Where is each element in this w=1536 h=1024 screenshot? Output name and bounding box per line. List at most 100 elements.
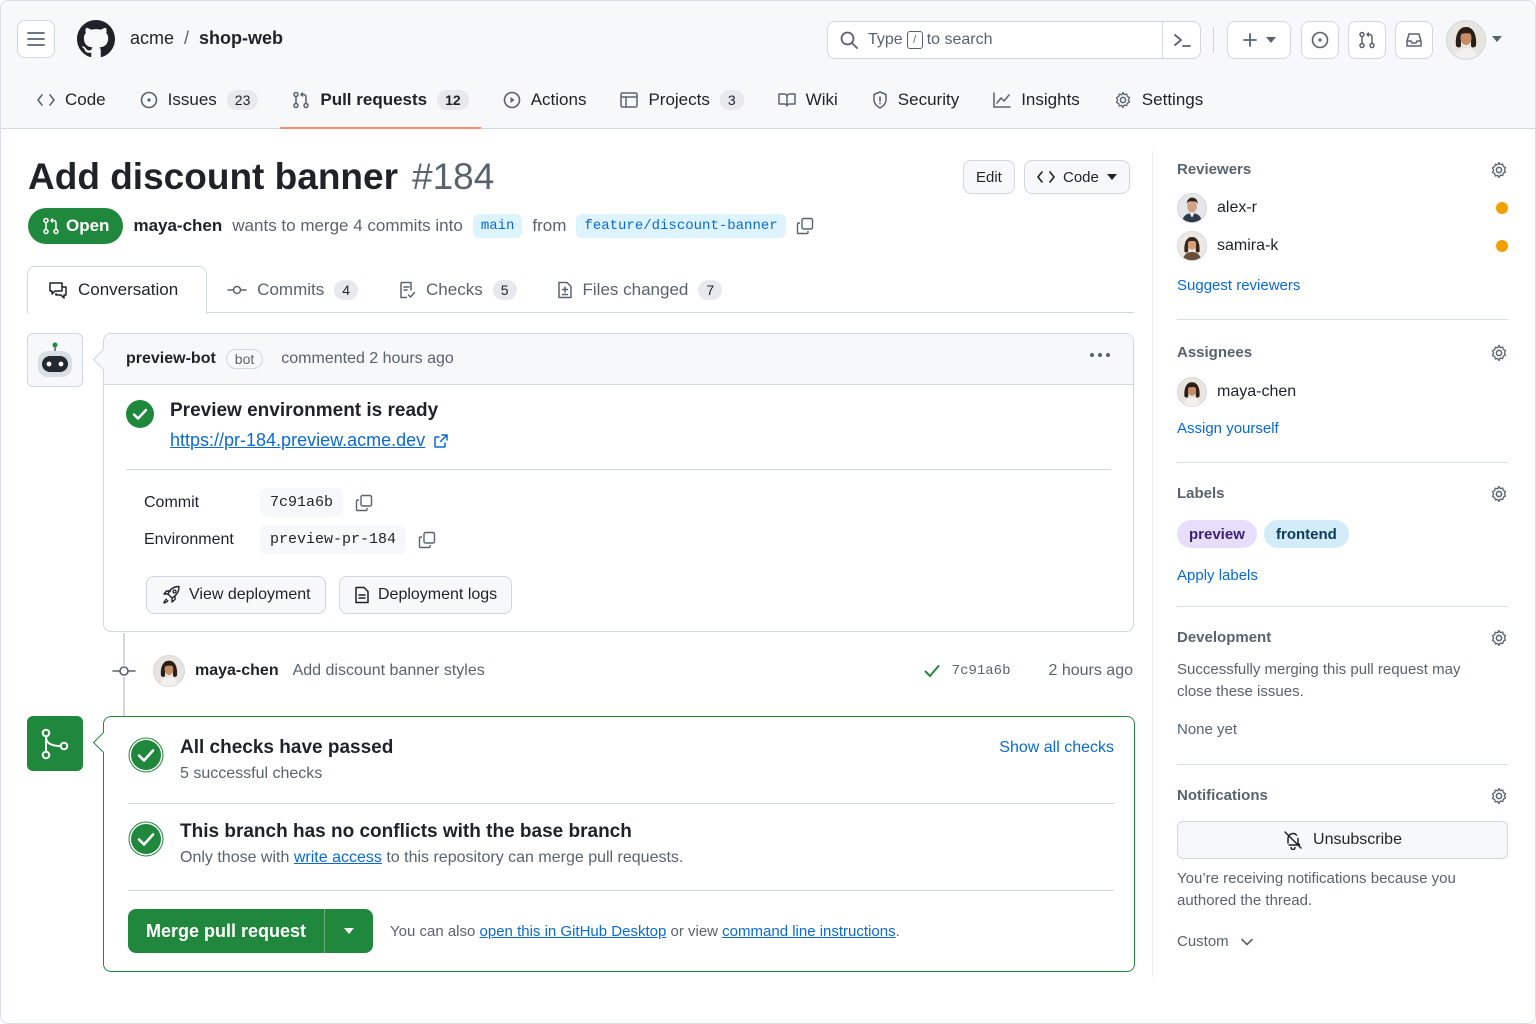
sidebar-divider [1152, 151, 1153, 977]
environment-field-label: Environment [144, 530, 234, 548]
nav-insights[interactable]: Insights [981, 79, 1092, 121]
nav-pull-requests-count: 12 [437, 90, 469, 110]
assignee-item[interactable]: maya-chen [1177, 377, 1508, 407]
code-dropdown-button[interactable]: Code [1024, 160, 1130, 194]
commit-message-link[interactable]: Add discount banner styles [293, 662, 485, 680]
nav-code[interactable]: Code [25, 79, 118, 121]
commit-time: 2 hours ago [1048, 662, 1133, 679]
commit-author-link[interactable]: maya-chen [195, 662, 279, 680]
nav-pull-requests[interactable]: Pull requests 12 [280, 79, 482, 129]
gear-icon[interactable] [1490, 161, 1508, 179]
gear-icon[interactable] [1490, 787, 1508, 805]
checklist-icon [400, 281, 416, 298]
merge-description: wants to merge 4 commits into [232, 216, 463, 235]
nav-settings[interactable]: Settings [1102, 79, 1215, 121]
base-branch-link[interactable]: main [472, 214, 523, 238]
search-suffix: to search [926, 31, 993, 48]
write-access-link[interactable]: write access [294, 849, 382, 866]
commit-author-avatar[interactable] [153, 655, 185, 687]
pr-tabs: Conversation Commits 4 Checks 5 Files ch… [27, 266, 1134, 314]
comment-timestamp[interactable]: commented 2 hours ago [281, 350, 454, 368]
merge-method-dropdown[interactable] [325, 909, 373, 953]
head-branch-link[interactable]: feature/discount-banner [576, 214, 786, 238]
reviewer-item[interactable]: alex-r [1177, 193, 1508, 223]
issues-button[interactable] [1301, 21, 1339, 59]
play-icon [503, 91, 521, 109]
label-frontend[interactable]: frontend [1264, 520, 1349, 548]
assignees-section: Assignees maya-chen Assign yourself [1177, 344, 1508, 464]
merge-box: All checks have passed 5 successful chec… [103, 716, 1135, 972]
gear-icon[interactable] [1490, 629, 1508, 647]
reviewer-avatar [1177, 193, 1207, 223]
comment-author-link[interactable]: preview-bot [126, 350, 216, 368]
bot-avatar[interactable] [27, 333, 83, 387]
nav-security[interactable]: Security [860, 79, 971, 121]
github-logo-icon[interactable] [77, 20, 115, 58]
environment-value: preview-pr-184 [260, 525, 407, 554]
graph-icon [993, 92, 1011, 108]
user-menu-caret-icon[interactable] [1492, 36, 1502, 42]
view-deployment-button[interactable]: View deployment [146, 576, 326, 614]
kebab-horizontal-icon[interactable] [1089, 352, 1111, 358]
menu-button[interactable] [17, 20, 55, 58]
search-input[interactable]: Type / to search [827, 21, 1201, 59]
nav-wiki[interactable]: Wiki [766, 79, 850, 121]
gear-icon[interactable] [1490, 344, 1508, 362]
checks-passed-row: All checks have passed 5 successful chec… [128, 737, 393, 783]
search-shortcut-key: / [906, 31, 923, 49]
commit-sha-link[interactable]: 7c91a6b [952, 663, 1011, 679]
preview-ready-block: Preview environment is ready https://pr-… [126, 400, 449, 451]
issue-icon [1311, 31, 1329, 49]
tab-checks[interactable]: Checks 5 [378, 266, 536, 313]
create-new-button[interactable] [1227, 21, 1291, 59]
label-preview[interactable]: preview [1177, 520, 1257, 548]
custom-notifications-dropdown[interactable]: Custom [1177, 933, 1253, 950]
user-avatar[interactable] [1446, 20, 1486, 60]
nav-security-label: Security [897, 90, 960, 109]
apply-labels-link[interactable]: Apply labels [1177, 567, 1258, 584]
terminal-icon [1173, 34, 1191, 47]
command-line-link[interactable]: command line instructions [722, 923, 895, 940]
also-pre: You can also [390, 923, 476, 940]
assign-yourself-link[interactable]: Assign yourself [1177, 420, 1279, 437]
pr-author-link[interactable]: maya-chen [133, 216, 222, 236]
nav-wiki-label: Wiki [805, 90, 838, 109]
show-all-checks-link[interactable]: Show all checks [999, 739, 1114, 757]
bot-comment: preview-bot bot commented 2 hours ago Pr… [103, 333, 1134, 632]
pull-requests-button[interactable] [1348, 21, 1386, 59]
repo-link[interactable]: shop-web [199, 28, 283, 49]
inbox-button[interactable] [1395, 21, 1433, 59]
shield-icon [873, 91, 887, 109]
owner-link[interactable]: acme [130, 28, 174, 49]
copy-icon[interactable] [418, 531, 436, 549]
reviewer-name: alex-r [1217, 199, 1258, 216]
reviewer-item[interactable]: samira-k [1177, 231, 1508, 261]
github-desktop-link[interactable]: open this in GitHub Desktop [480, 923, 667, 940]
tab-files-changed[interactable]: Files changed 7 [537, 266, 743, 313]
check-icon[interactable] [924, 664, 940, 678]
edit-title-button[interactable]: Edit [963, 160, 1015, 194]
checks-passed-title: All checks have passed [180, 737, 394, 758]
nav-projects-label: Projects [648, 90, 710, 109]
code-icon [1037, 171, 1055, 183]
gear-icon[interactable] [1490, 485, 1508, 503]
tab-files-changed-count: 7 [698, 279, 723, 300]
suggest-reviewers-link[interactable]: Suggest reviewers [1177, 277, 1300, 294]
tab-commits[interactable]: Commits 4 [207, 266, 378, 313]
copy-icon[interactable] [796, 217, 814, 235]
label-list: preview frontend [1177, 520, 1508, 550]
tab-checks-count: 5 [492, 279, 517, 300]
nav-issues[interactable]: Issues 23 [128, 79, 271, 121]
nav-projects[interactable]: Projects 3 [608, 79, 755, 121]
copy-icon[interactable] [355, 494, 373, 512]
development-heading: Development [1177, 629, 1272, 646]
tab-conversation-label: Conversation [78, 280, 179, 299]
nav-actions[interactable]: Actions [491, 79, 599, 121]
merge-pull-request-button[interactable]: Merge pull request [128, 909, 374, 953]
preview-url-link[interactable]: https://pr-184.preview.acme.dev [170, 430, 449, 451]
command-palette-button[interactable] [1162, 22, 1200, 58]
tab-conversation[interactable]: Conversation [27, 266, 208, 314]
deployment-logs-button[interactable]: Deployment logs [339, 576, 513, 614]
unsubscribe-button[interactable]: Unsubscribe [1177, 821, 1508, 859]
merge-button-label[interactable]: Merge pull request [128, 909, 326, 953]
